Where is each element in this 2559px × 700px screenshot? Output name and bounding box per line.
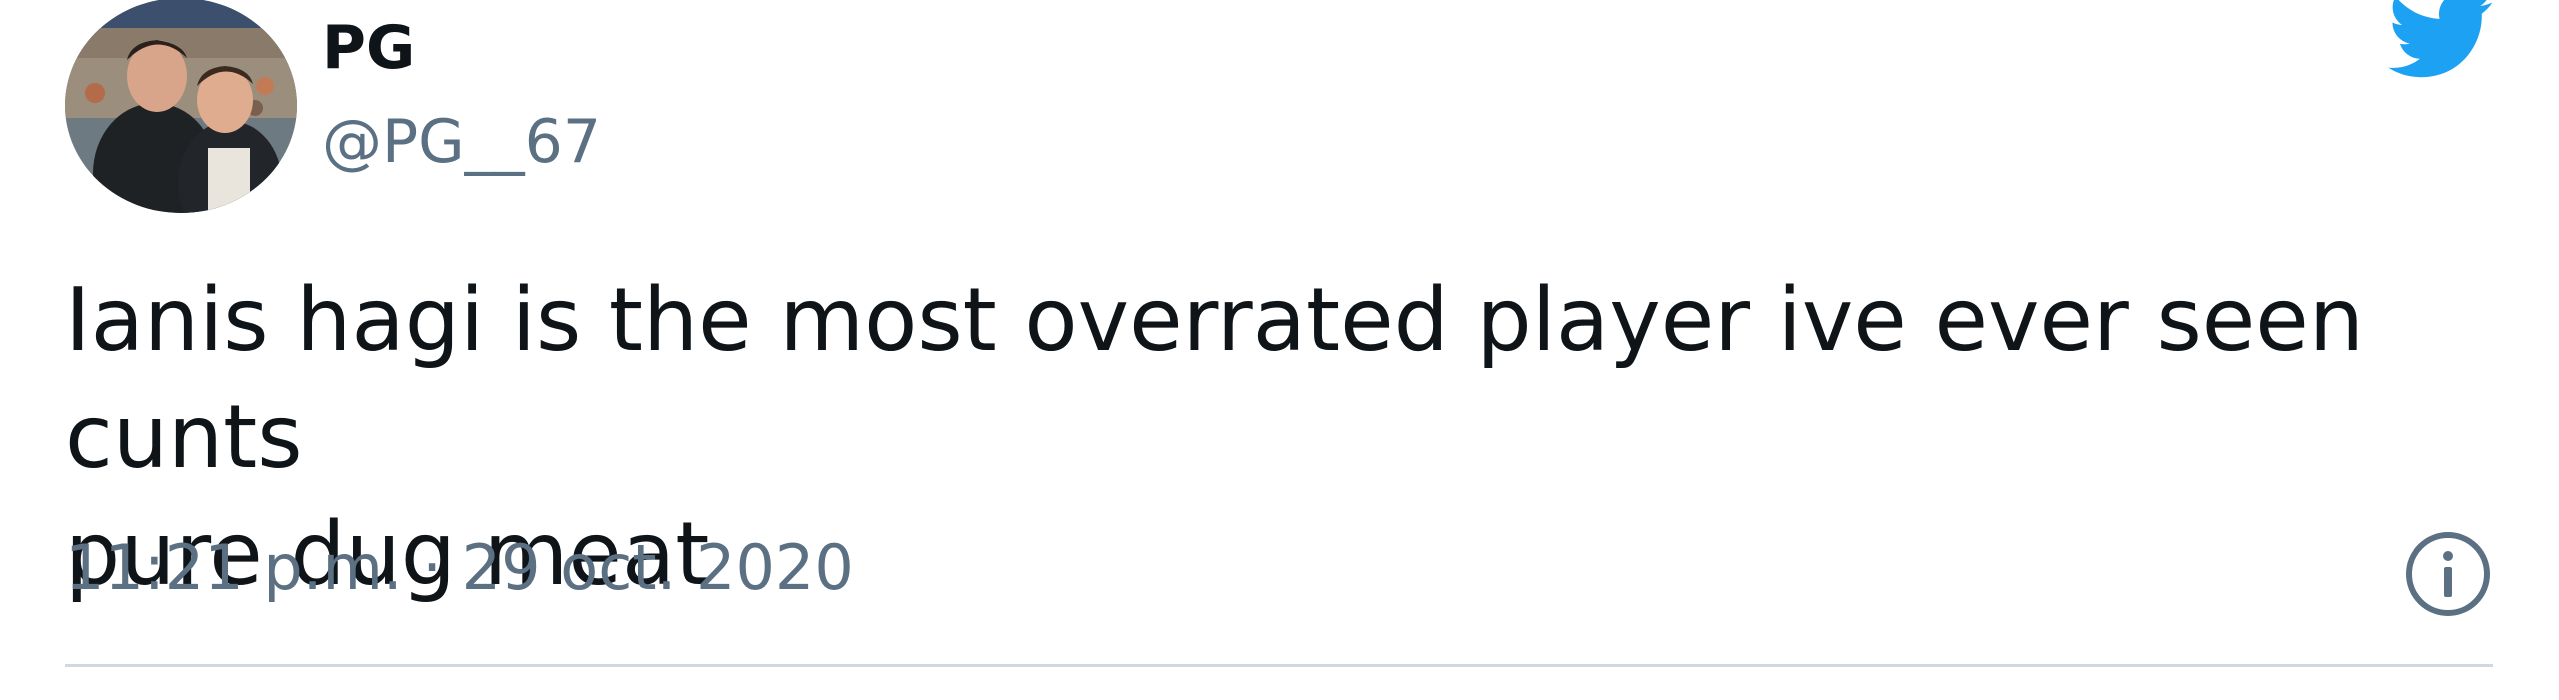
avatar[interactable] (65, 0, 297, 213)
info-icon[interactable] (2404, 530, 2492, 618)
twitter-bird-icon[interactable] (2384, 0, 2494, 90)
tweet-card: PG @PG__67 Ianis hagi is the most overra… (0, 0, 2559, 700)
user-handle[interactable]: @PG__67 (322, 112, 601, 172)
divider (65, 664, 2493, 667)
tweet-timestamp[interactable]: 11:21 p.m. · 29 oct. 2020 (65, 537, 854, 599)
display-name[interactable]: PG (322, 18, 415, 78)
avatar-photo-icon (65, 0, 297, 213)
